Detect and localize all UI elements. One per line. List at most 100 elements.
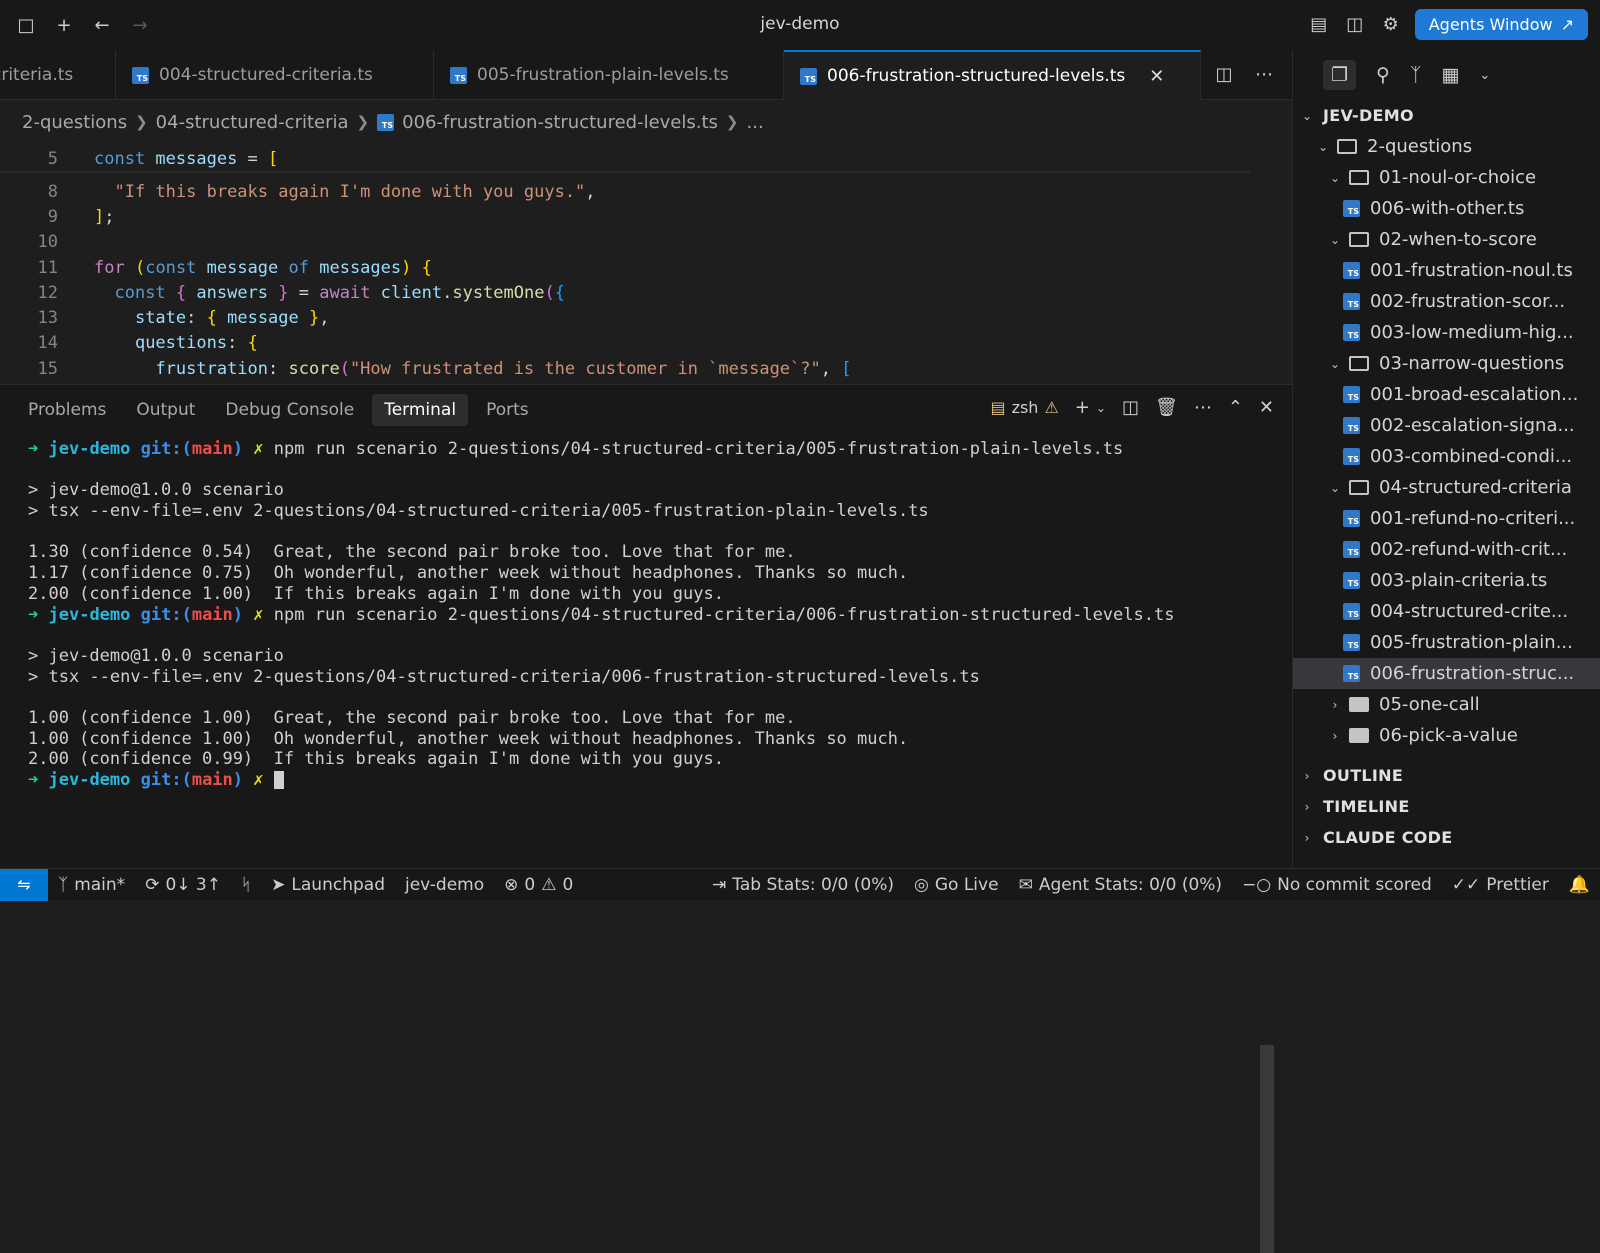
tree-item-label: 02-when-to-score	[1379, 229, 1537, 250]
prompt-segment: jev-demo	[48, 770, 131, 790]
folder-item[interactable]: ⌄ 01-noul-or-choice	[1293, 162, 1600, 193]
tab-stats-status[interactable]: ⇥ Tab Stats: 0/0 (0%)	[702, 875, 904, 895]
notifications-status[interactable]: 🔔	[1559, 875, 1600, 895]
folder-item[interactable]: ⌄ 03-narrow-questions	[1293, 348, 1600, 379]
prettier-status[interactable]: ✓✓ Prettier	[1442, 875, 1559, 895]
sync-label: 0↓ 3↑	[165, 874, 221, 895]
back-arrow-icon[interactable]: ←	[90, 13, 114, 37]
new-icon[interactable]: +	[52, 13, 76, 37]
file-item[interactable]: TS 006-with-other.ts	[1293, 193, 1600, 224]
error-icon: ⊗	[504, 874, 519, 895]
line-number: 13	[37, 307, 58, 328]
terminal-shell-selector[interactable]: ▤ zsh ⚠	[990, 398, 1058, 417]
tab-criteria[interactable]: criteria.ts	[0, 50, 116, 100]
tab-problems[interactable]: Problems	[16, 394, 118, 426]
file-item[interactable]: TS 003-combined-condi...	[1293, 441, 1600, 472]
explorer-icon[interactable]: ❐	[1323, 60, 1357, 90]
sync-status[interactable]: ⟳ 0↓ 3↑	[135, 875, 231, 895]
close-panel-icon[interactable]: ✕	[1259, 397, 1274, 418]
gear-icon[interactable]: ⚙	[1379, 13, 1403, 37]
close-icon[interactable]: ✕	[1149, 66, 1164, 87]
tab-004-structured-criteria[interactable]: TS 004-structured-criteria.ts	[116, 50, 434, 100]
chevron-down-icon: ⌄	[1301, 108, 1313, 123]
commit-status[interactable]: −○ No commit scored	[1232, 875, 1442, 895]
folder-open-icon	[1349, 480, 1369, 495]
forward-arrow-icon[interactable]: →	[128, 13, 152, 37]
file-item[interactable]: TS 002-refund-with-crit...	[1293, 534, 1600, 565]
section-claude-code[interactable]: › CLAUDE CODE	[1293, 822, 1600, 853]
folder-item[interactable]: › 05-one-call	[1293, 689, 1600, 720]
tab-label: criteria.ts	[0, 65, 74, 85]
trash-icon[interactable]: 🗑	[1155, 397, 1178, 418]
terminal-text: > tsx --env-file=.env 2-questions/04-str…	[28, 666, 980, 687]
toggle-panel-icon[interactable]: ▤	[1307, 13, 1331, 37]
typescript-icon: TS	[1343, 634, 1360, 651]
section-label: TIMELINE	[1323, 797, 1410, 816]
folder-item[interactable]: › 06-pick-a-value	[1293, 720, 1600, 751]
file-item[interactable]: TS 003-plain-criteria.ts	[1293, 565, 1600, 596]
graph-status[interactable]: ᛋ	[231, 875, 261, 895]
chat-icon[interactable]: □	[14, 13, 38, 37]
file-item[interactable]: TS 002-escalation-signa...	[1293, 410, 1600, 441]
branch-status[interactable]: ᛉ main*	[48, 875, 135, 895]
agent-stats-status[interactable]: ✉ Agent Stats: 0/0 (0%)	[1009, 875, 1233, 895]
folder-item[interactable]: ⌄ 04-structured-criteria	[1293, 472, 1600, 503]
section-timeline[interactable]: › TIMELINE	[1293, 791, 1600, 822]
workspace-status[interactable]: jev-demo	[395, 875, 494, 895]
code-token: messages	[155, 148, 238, 169]
editor-tab-bar: criteria.ts TS 004-structured-criteria.ts…	[0, 50, 1292, 100]
go-live-status[interactable]: ◎ Go Live	[904, 875, 1009, 895]
split-editor-icon[interactable]: ◫	[1212, 63, 1236, 87]
breadcrumb-item[interactable]: 006-frustration-structured-levels.ts	[402, 112, 718, 133]
terminal-output[interactable]: ➜ jev-demo git:(main) ✗ npm run scenario…	[28, 439, 1262, 791]
search-icon[interactable]: ⚲	[1376, 64, 1390, 86]
terminal-text: 1.17 (confidence 0.75) Oh wonderful, ano…	[28, 563, 909, 584]
file-item[interactable]: TS 005-frustration-plain...	[1293, 627, 1600, 658]
file-item[interactable]: TS 003-low-medium-hig...	[1293, 317, 1600, 348]
toggle-sidebar-icon[interactable]: ◫	[1343, 13, 1367, 37]
problems-status[interactable]: ⊗ 0 ⚠ 0	[494, 875, 583, 895]
folder-item[interactable]: ⌄ 2-questions	[1293, 131, 1600, 162]
maximize-panel-icon[interactable]: ⌃	[1228, 397, 1243, 418]
tab-output[interactable]: Output	[124, 394, 207, 426]
folder-item[interactable]: ⌄ 02-when-to-score	[1293, 224, 1600, 255]
remote-icon[interactable]: ⇋	[0, 868, 48, 901]
terminal-text: 2.00 (confidence 0.99) If this breaks ag…	[28, 749, 724, 770]
tab-ports[interactable]: Ports	[474, 394, 541, 426]
chevron-down-icon[interactable]: ⌄	[1096, 401, 1106, 415]
breadcrumb-item[interactable]: 04-structured-criteria	[156, 112, 349, 133]
chevron-right-icon: ›	[1332, 728, 1338, 743]
explorer-root[interactable]: ⌄ JEV-DEMO	[1293, 100, 1600, 131]
file-item[interactable]: TS 006-frustration-struc...	[1293, 658, 1600, 689]
folder-open-icon	[1349, 356, 1369, 371]
file-item[interactable]: TS 004-structured-crite...	[1293, 596, 1600, 627]
code-token: const	[114, 282, 176, 303]
terminal-text: > jev-demo@1.0.0 scenario	[28, 645, 284, 666]
tab-debug-console[interactable]: Debug Console	[213, 394, 366, 426]
extensions-icon[interactable]: ▦	[1441, 64, 1459, 86]
file-item[interactable]: TS 001-frustration-noul.ts	[1293, 255, 1600, 286]
breadcrumb-item[interactable]: ...	[747, 112, 764, 133]
prompt-segment: ➜	[28, 770, 39, 790]
file-item[interactable]: TS 001-refund-no-criteri...	[1293, 503, 1600, 534]
file-item[interactable]: TS 001-broad-escalation...	[1293, 379, 1600, 410]
file-item[interactable]: TS 002-frustration-scor...	[1293, 286, 1600, 317]
agents-window-button[interactable]: Agents Window ↗	[1414, 9, 1588, 40]
tree-item-label: 003-low-medium-hig...	[1370, 322, 1574, 343]
source-control-icon[interactable]: ᛉ	[1410, 64, 1421, 86]
code-editor[interactable]: 5 const messages = [8 "If this breaks aga…	[0, 144, 1292, 384]
new-terminal-icon[interactable]: +	[1075, 397, 1090, 418]
breadcrumb-item[interactable]: 2-questions	[22, 112, 127, 133]
tab-005-frustration-plain-levels[interactable]: TS 005-frustration-plain-levels.ts	[434, 50, 784, 100]
more-actions-icon[interactable]: ⋯	[1194, 397, 1212, 418]
section-outline[interactable]: › OUTLINE	[1293, 760, 1600, 791]
terminal-scrollbar[interactable]	[1260, 1045, 1274, 1253]
more-actions-icon[interactable]: ⋯	[1252, 63, 1276, 87]
section-label: CLAUDE CODE	[1323, 828, 1453, 847]
tab-006-frustration-structured-levels[interactable]: TS 006-frustration-structured-levels.ts ✕	[784, 50, 1201, 100]
tab-terminal[interactable]: Terminal	[372, 394, 469, 426]
split-terminal-icon[interactable]: ◫	[1122, 397, 1139, 418]
chevron-down-icon[interactable]: ⌄	[1479, 68, 1490, 83]
launchpad-status[interactable]: ➤ Launchpad	[261, 875, 395, 895]
terminal-text: > jev-demo@1.0.0 scenario	[28, 480, 284, 501]
